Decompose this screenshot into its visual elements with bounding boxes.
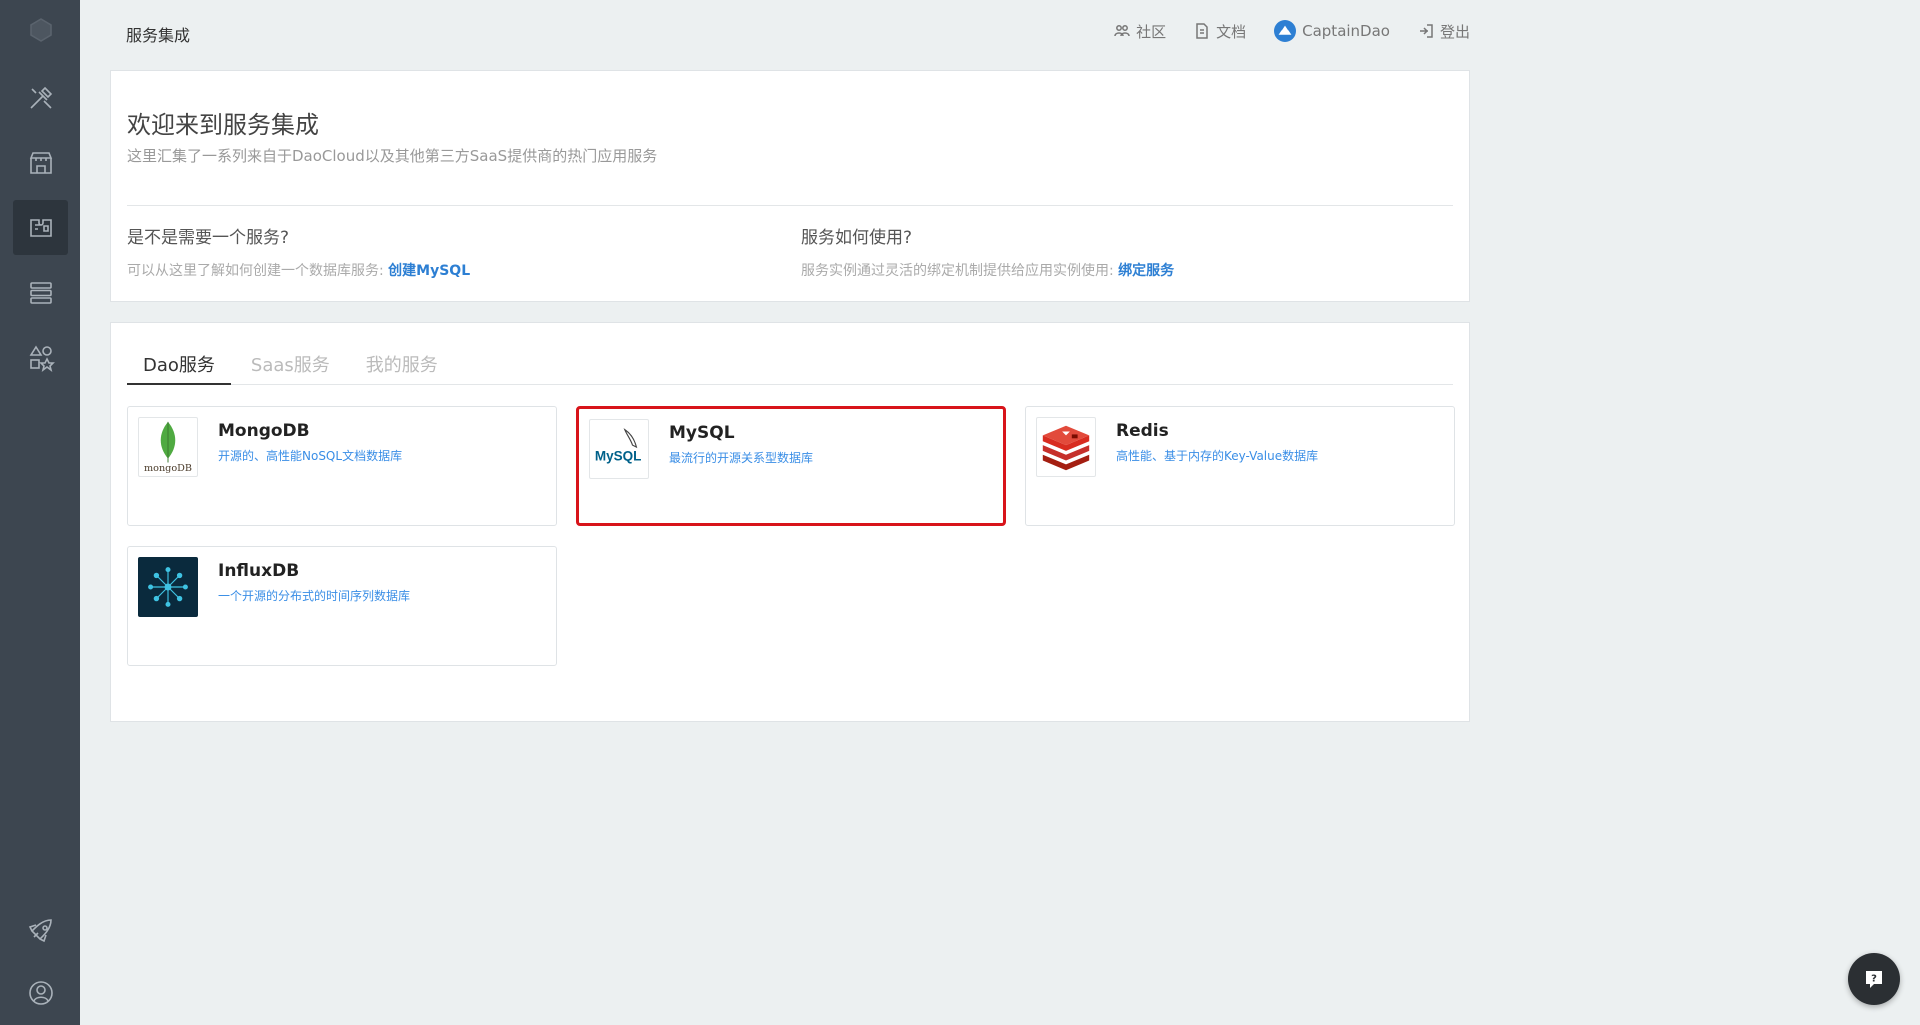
top-nav: 社区 文档 CaptainDao 登出 [1114, 20, 1470, 42]
service-name: Redis [1116, 421, 1169, 441]
document-icon [1196, 23, 1208, 39]
divider [127, 205, 1453, 206]
redis-logo [1036, 417, 1096, 477]
service-card-mongodb[interactable]: mongoDB MongoDB 开源的、高性能NoSQL文档数据库 [127, 406, 557, 526]
users-icon [1114, 25, 1130, 37]
apps-shapes-icon[interactable] [13, 330, 68, 385]
create-mysql-link[interactable]: 创建MySQL [388, 263, 470, 279]
service-desc: 最流行的开源关系型数据库 [669, 451, 814, 465]
svg-text:MySQL: MySQL [595, 449, 642, 464]
logo-icon[interactable] [13, 0, 68, 60]
user-avatar-icon [1278, 25, 1292, 35]
need-service-text: 可以从这里了解如何创建一个数据库服务: 创建MySQL [127, 260, 470, 280]
welcome-title: 欢迎来到服务集成 [127, 111, 319, 139]
services-panel: Dao服务 Saas服务 我的服务 mongoDB MongoDB 开源的、高性… [110, 322, 1470, 722]
service-card-mysql[interactable]: MySQL MySQL 最流行的开源关系型数据库 [576, 406, 1006, 526]
sidebar [0, 0, 80, 1025]
need-service-section: 是不是需要一个服务? 可以从这里了解如何创建一个数据库服务: 创建MySQL [127, 223, 470, 280]
how-to-use-heading: 服务如何使用? [801, 228, 913, 248]
rocket-icon[interactable] [13, 902, 68, 957]
bind-service-link[interactable]: 绑定服务 [1118, 263, 1174, 279]
store-icon[interactable] [13, 135, 68, 190]
user-name: CaptainDao [1302, 22, 1390, 40]
mysql-dolphin-icon: MySQL [595, 428, 642, 464]
mongodb-leaf-icon: mongoDB [144, 421, 192, 474]
service-card-redis[interactable]: Redis 高性能、基于内存的Key-Value数据库 [1025, 406, 1455, 526]
how-to-use-section: 服务如何使用? 服务实例通过灵活的绑定机制提供给应用实例使用: 绑定服务 [801, 223, 1174, 280]
tab-my-services[interactable]: 我的服务 [350, 337, 454, 385]
user-menu[interactable]: CaptainDao [1274, 20, 1390, 42]
service-desc: 开源的、高性能NoSQL文档数据库 [218, 449, 403, 463]
service-desc: 一个开源的分布式的时间序列数据库 [218, 589, 411, 603]
logout-link[interactable]: 登出 [1418, 21, 1470, 42]
service-card-influxdb[interactable]: InfluxDB 一个开源的分布式的时间序列数据库 [127, 546, 557, 666]
svg-text:mongoDB: mongoDB [144, 463, 192, 474]
how-to-use-desc: 服务实例通过灵活的绑定机制提供给应用实例使用: [801, 263, 1119, 279]
service-name: MongoDB [218, 421, 310, 441]
need-service-heading: 是不是需要一个服务? [127, 228, 290, 248]
logout-label: 登出 [1439, 22, 1470, 41]
service-name: MySQL [669, 423, 735, 443]
svg-text:?: ? [1871, 974, 1877, 985]
mysql-logo: MySQL [589, 419, 649, 479]
service-name: InfluxDB [218, 561, 300, 581]
tab-saas-services[interactable]: Saas服务 [235, 337, 346, 385]
help-button[interactable]: ? [1848, 953, 1900, 1005]
welcome-subtitle: 这里汇集了一系列来自于DaoCloud以及其他第三方SaaS提供商的热门应用服务 [127, 147, 658, 165]
community-link[interactable]: 社区 [1114, 21, 1166, 42]
docs-link[interactable]: 文档 [1194, 21, 1246, 42]
mongodb-logo: mongoDB [138, 417, 198, 477]
service-tabs: Dao服务 Saas服务 我的服务 [127, 337, 1453, 385]
docs-label: 文档 [1216, 22, 1247, 41]
logout-icon [1419, 24, 1433, 38]
tab-dao-services[interactable]: Dao服务 [127, 337, 231, 385]
welcome-panel: 欢迎来到服务集成 这里汇集了一系列来自于DaoCloud以及其他第三方SaaS提… [110, 70, 1470, 302]
build-tools-icon[interactable] [13, 70, 68, 125]
avatar [1274, 20, 1297, 42]
help-chat-icon: ? [1866, 971, 1882, 988]
influxdb-network-icon [148, 567, 188, 607]
community-label: 社区 [1136, 22, 1167, 41]
page-title: 服务集成 [126, 26, 191, 45]
how-to-use-text: 服务实例通过灵活的绑定机制提供给应用实例使用: 绑定服务 [801, 260, 1174, 280]
redis-stack-icon [1042, 425, 1090, 471]
need-service-desc: 可以从这里了解如何创建一个数据库服务: [127, 263, 389, 279]
influxdb-logo [138, 557, 198, 617]
service-desc: 高性能、基于内存的Key-Value数据库 [1116, 449, 1319, 463]
account-icon[interactable] [13, 965, 68, 1020]
cluster-icon[interactable] [13, 265, 68, 320]
service-integration-icon[interactable] [13, 200, 68, 255]
